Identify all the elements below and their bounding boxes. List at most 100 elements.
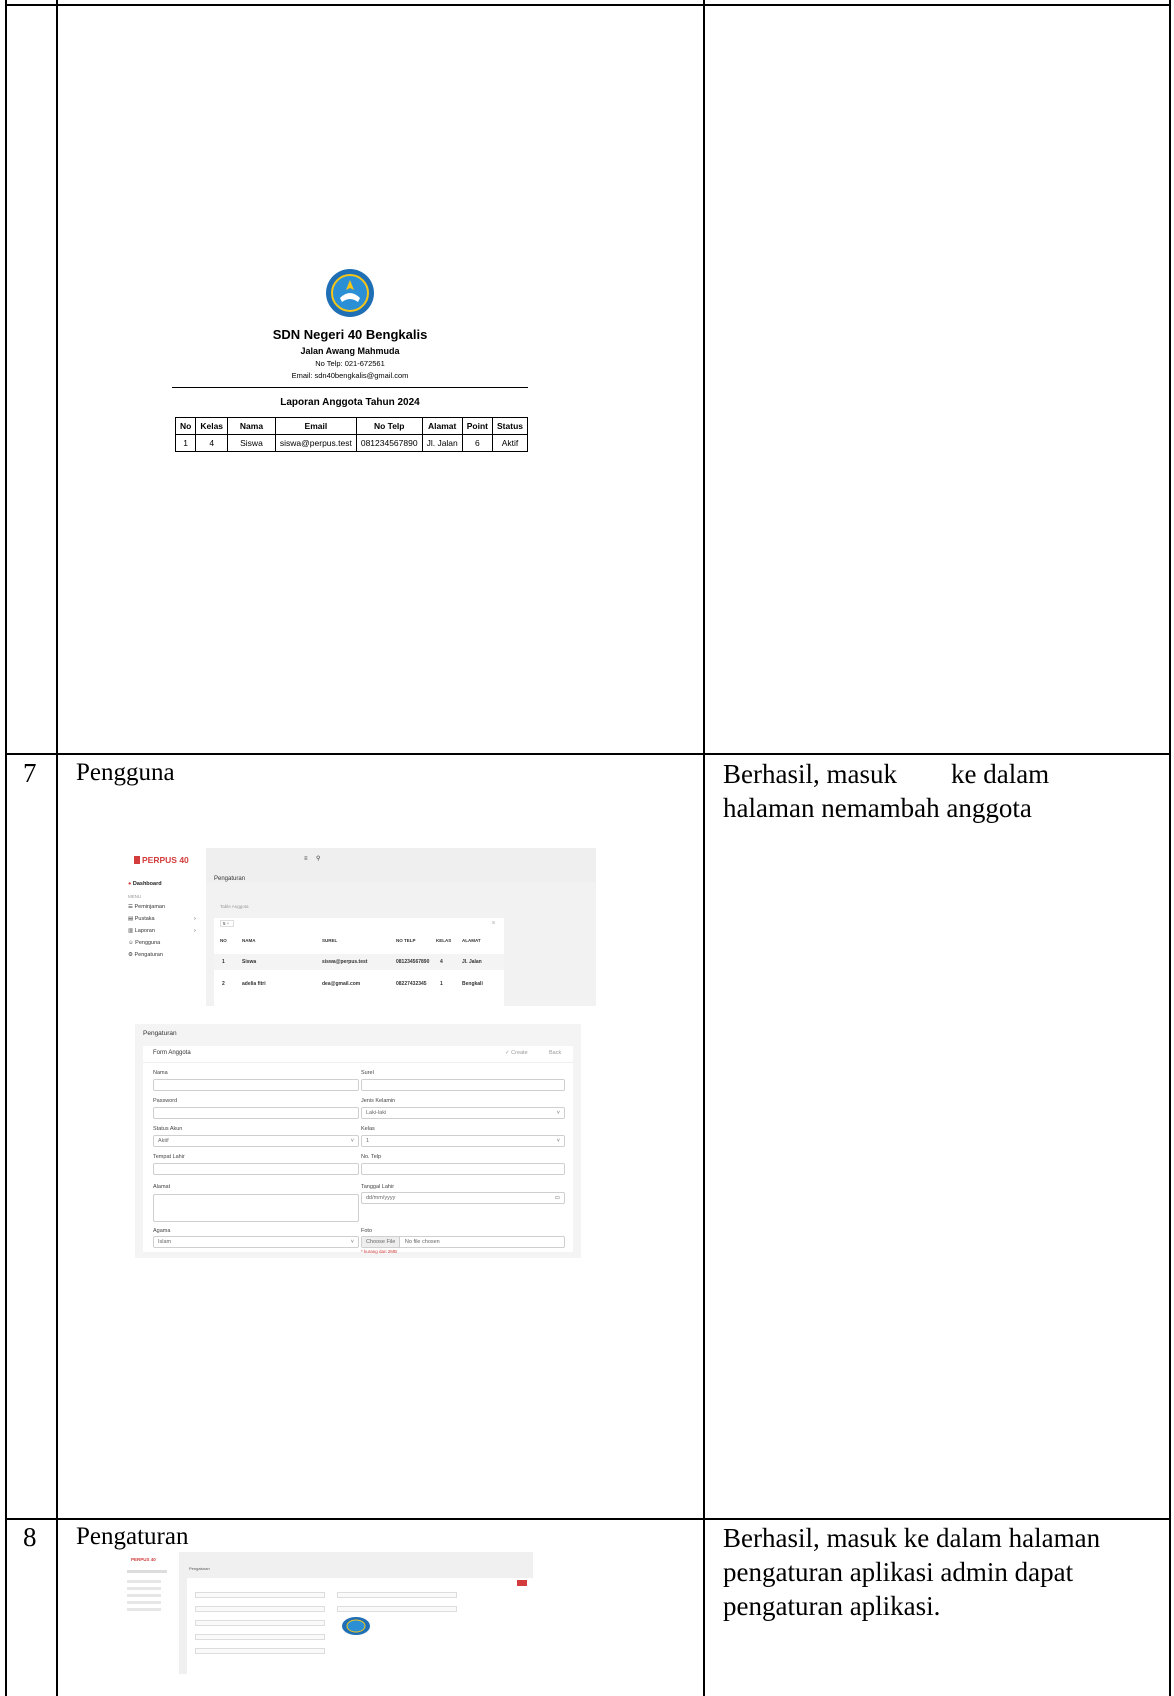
report-table: No Kelas Nama Email No Telp Alamat Point… — [174, 417, 528, 452]
kelas-select[interactable]: 1 ˅ — [361, 1135, 565, 1147]
member-form: Form Anggota ✓ Create Back Nama Password… — [143, 1046, 573, 1254]
home-icon: ● — [128, 881, 132, 887]
user-name-input[interactable] — [337, 1592, 457, 1598]
sidebar-item-placeholder[interactable] — [127, 1608, 161, 1611]
nama-label: Nama — [153, 1070, 168, 1076]
password-label: Password — [153, 1098, 178, 1104]
table-cell: 08227432345 — [396, 981, 427, 987]
foto-file-input[interactable]: Choose File No file chosen — [361, 1236, 565, 1248]
school-email: Email: sdn40bengkalis@gmail.com — [291, 371, 409, 380]
row-divider-8 — [5, 1518, 1171, 1520]
brand-name: PERPUS 40 — [142, 855, 189, 865]
table-cell: dea@gmail.com — [322, 981, 361, 987]
tempat-lahir-label: Tempat Lahir — [153, 1154, 185, 1160]
search-icon[interactable]: ⚲ — [316, 855, 320, 862]
sidebar-item-placeholder[interactable] — [127, 1580, 161, 1583]
sidebar-item-dashboard[interactable]: ● Dashboard — [128, 881, 162, 887]
column-header: NO TELP — [396, 938, 416, 943]
sidebar-item-label: Dashboard — [132, 881, 162, 887]
column-header: Status — [492, 417, 528, 435]
address-input[interactable] — [195, 1606, 325, 1612]
column-header: No Telp — [355, 417, 423, 435]
row-title: Pengaturan — [76, 1523, 189, 1550]
table-cell: Siswa — [242, 959, 257, 965]
row-title: Pengguna — [76, 759, 175, 786]
calendar-icon[interactable]: ▭ — [555, 1193, 560, 1203]
status-akun-select[interactable]: Aktif ˅ — [153, 1135, 359, 1147]
main-content: Pengaturan Table Anggota 5 ˅ S NO NAMA S… — [206, 876, 596, 1006]
save-button[interactable] — [517, 1580, 527, 1586]
sidebar-item-placeholder[interactable] — [127, 1594, 161, 1597]
table-row[interactable]: 1 Siswa siswa@perpus.test 081234567890 4… — [214, 954, 504, 970]
app-screenshot-members: PERPUS 40 ● Dashboard MENU ☰ Peminjaman … — [122, 848, 596, 1006]
foto-hint: * kurang dari 2MB — [361, 1249, 398, 1254]
row-result: Berhasil, masuk ke dalam halaman nemamba… — [723, 757, 1049, 825]
row-divider-7 — [5, 753, 1171, 755]
logo-file-input[interactable] — [337, 1606, 457, 1612]
row-number: 7 — [23, 758, 37, 788]
settings-form — [187, 1578, 533, 1674]
alamat-textarea[interactable] — [153, 1194, 359, 1222]
page-size-select[interactable]: 5 ˅ — [220, 920, 234, 927]
sidebar-item-pustaka[interactable]: ▤ Pustaka › — [128, 916, 196, 922]
table-row[interactable]: 2 adelia fitri dea@gmail.com 08227432345… — [214, 976, 504, 992]
school-street: Jalan Awang Mahmuda — [300, 346, 400, 356]
sidebar-item-pengaturan[interactable]: ⚙ Pengaturan — [128, 952, 163, 958]
sidebar-item-peminjaman[interactable]: ☰ Peminjaman — [128, 904, 165, 910]
alamat-label: Alamat — [153, 1184, 171, 1190]
tanggal-lahir-input[interactable]: dd/mm/yyyy ▭ — [361, 1192, 565, 1204]
tempat-lahir-input[interactable] — [153, 1163, 359, 1175]
jenis-kelamin-label: Jenis Kelamin — [361, 1098, 396, 1104]
table-cell: 6 — [461, 434, 494, 452]
table-cell: Aktif — [492, 434, 528, 452]
result-line: halaman nemambah anggota — [723, 793, 1032, 823]
sidebar-item-placeholder[interactable] — [127, 1570, 167, 1573]
app-name-input[interactable] — [195, 1592, 325, 1598]
password-input[interactable] — [153, 1107, 359, 1119]
report-title: Laporan Anggota Tahun 2024 — [280, 397, 420, 408]
create-button[interactable]: ✓ Create — [505, 1050, 528, 1056]
column-header: Point — [461, 417, 494, 435]
sidebar-item-laporan[interactable]: ▥ Laporan › — [128, 928, 196, 934]
choose-file-button[interactable]: Choose File — [362, 1237, 401, 1247]
page-size-value: 5 — [223, 921, 226, 926]
menu-toggle-icon[interactable]: ≡ — [304, 856, 308, 862]
no-telp-input[interactable] — [361, 1163, 565, 1175]
table-cell: Bengkali — [462, 981, 483, 987]
sidebar-item-label: Pustaka — [134, 916, 155, 922]
website-input[interactable] — [195, 1648, 325, 1654]
sidebar-section-menu: MENU — [128, 894, 142, 899]
jenis-kelamin-select[interactable]: Laki-laki ˅ — [361, 1107, 565, 1119]
table-header-row: NO NAMA SUREL NO TELP KELAS ALAMAT — [214, 938, 504, 943]
table-border-left — [5, 0, 7, 1696]
foto-label: Foto — [361, 1228, 373, 1234]
topbar: ≡ ⚲ — [206, 848, 596, 882]
back-button[interactable]: Back — [549, 1050, 561, 1056]
sidebar-item-placeholder[interactable] — [127, 1587, 161, 1590]
column-header: NAMA — [242, 938, 256, 943]
table-cell: 4 — [195, 434, 229, 452]
result-line: pengaturan aplikasi admin dapat — [723, 1557, 1074, 1587]
chevron-down-icon: ˅ — [556, 1138, 560, 1144]
table-search-input[interactable]: S — [492, 920, 495, 925]
table-cell: siswa@perpus.test — [274, 434, 357, 452]
sidebar-item-label: Pengaturan — [134, 952, 163, 958]
email-input[interactable] — [195, 1620, 325, 1626]
agama-select[interactable]: Islam ˅ — [153, 1236, 359, 1248]
surel-input[interactable] — [361, 1079, 565, 1091]
list-icon: ☰ — [128, 904, 133, 910]
column-header: Nama — [227, 417, 276, 435]
jenis-kelamin-value: Laki-laki — [366, 1110, 387, 1116]
school-phone: No Telp: 021-672561 — [315, 359, 385, 368]
sidebar-item-placeholder[interactable] — [127, 1601, 161, 1604]
sidebar-item-pengguna[interactable]: ☺ Pengguna — [128, 940, 160, 946]
result-line: Berhasil, masuk ke dalam halaman — [723, 1523, 1101, 1553]
column-header: Alamat — [421, 417, 463, 435]
phone-input[interactable] — [195, 1634, 325, 1640]
table-cell: 081234567890 — [396, 959, 430, 965]
main-content: Pengaturan — [179, 1552, 533, 1674]
kelas-label: Kelas — [361, 1126, 375, 1132]
nama-input[interactable] — [153, 1079, 359, 1091]
column-header: NO — [220, 938, 227, 943]
member-form-screenshot: Pengaturan Form Anggota ✓ Create Back Na… — [135, 1024, 581, 1258]
